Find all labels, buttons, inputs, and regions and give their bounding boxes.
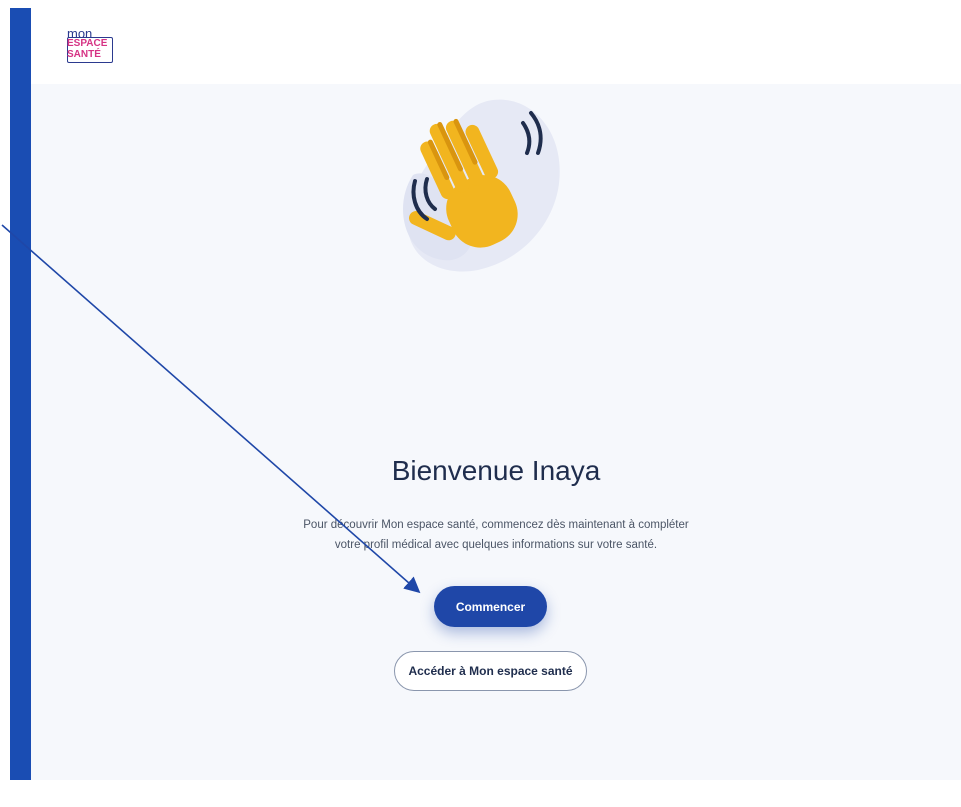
- logo-line-3: SANTÉ: [67, 49, 101, 60]
- left-accent-bar: [10, 8, 31, 780]
- mon-espace-sante-logo[interactable]: mon ESPACE SANTÉ: [67, 27, 117, 71]
- welcome-title: Bienvenue Inaya: [391, 454, 601, 486]
- start-button[interactable]: Commencer: [434, 586, 547, 627]
- top-header: mon ESPACE SANTÉ: [31, 0, 961, 84]
- logo-line-2: ESPACE: [67, 38, 108, 49]
- access-mon-espace-sante-button[interactable]: Accéder à Mon espace santé: [394, 651, 587, 691]
- welcome-description: Pour découvrir Mon espace santé, commenc…: [303, 518, 689, 551]
- waving-hand-icon: [403, 99, 560, 272]
